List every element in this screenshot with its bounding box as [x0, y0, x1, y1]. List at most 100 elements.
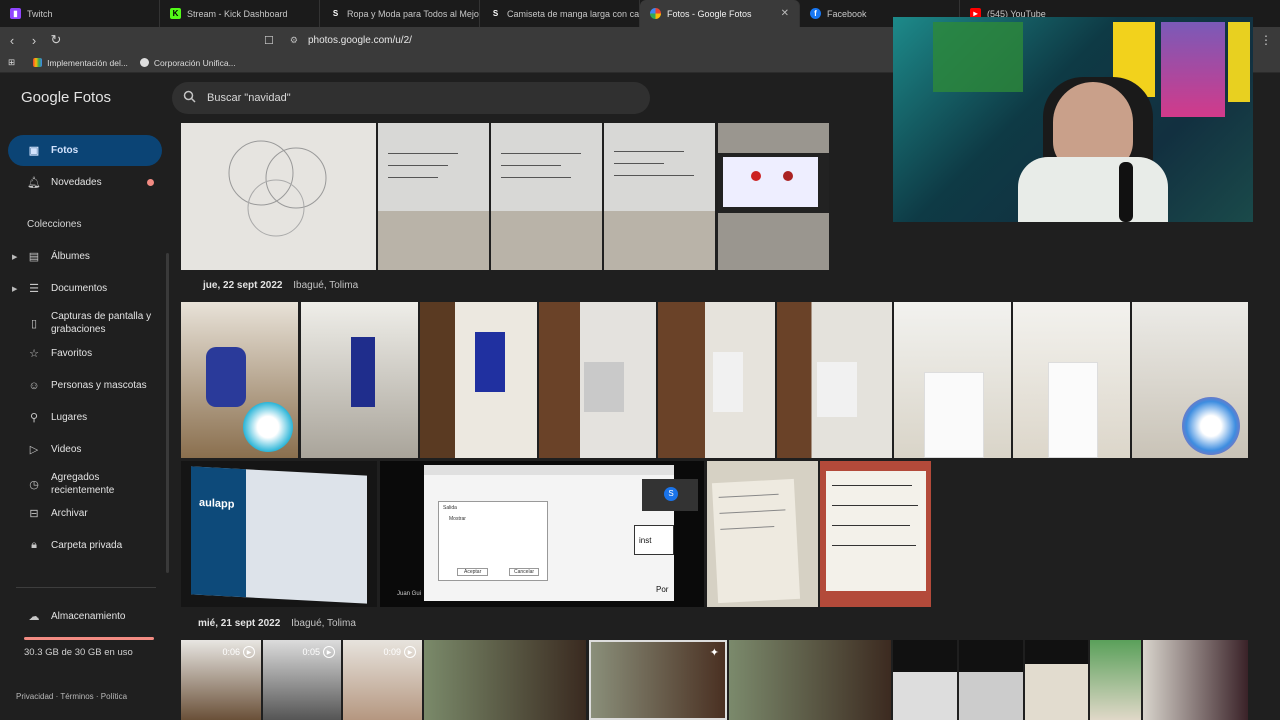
policy-link[interactable]: Política [101, 692, 127, 701]
sidebar-label: Archivar [51, 508, 88, 519]
play-icon: ▶ [323, 646, 335, 658]
photo-whiteboard-venn[interactable] [181, 123, 376, 270]
photo-boy-rm-shirt-ball[interactable] [1132, 302, 1248, 458]
globe-icon [139, 58, 149, 67]
photo-boy-rm-shirt-1[interactable] [894, 302, 1011, 458]
sidebar-label: Favoritos [51, 348, 93, 359]
sidebar-label: Álbumes [51, 251, 90, 262]
whiteboard-text [388, 165, 448, 166]
facebook-icon: f [810, 8, 821, 19]
dialog-box: Salida Mostrar Aceptar Cancelar [438, 501, 548, 581]
photo-note-paper-2[interactable] [820, 461, 931, 607]
tab-label: Stream - Kick Dashboard [187, 8, 288, 19]
tab-label: Fotos - Google Fotos [667, 8, 752, 19]
shein-icon: S [492, 9, 499, 18]
close-tab-icon[interactable]: ✕ [773, 8, 789, 19]
monitor-screen: aulapp [191, 466, 367, 604]
site-info-icon[interactable]: ⚙ [290, 35, 298, 46]
search-input[interactable]: Buscar "navidad" [207, 92, 291, 104]
sidebar-item-agregados[interactable]: ◷ Agregados recientemente [8, 467, 162, 501]
search-icon[interactable] [183, 90, 196, 106]
photo-group-selfie-2[interactable]: ✦ [589, 640, 727, 720]
photo-boy-jump[interactable] [658, 302, 775, 458]
tab-shein-2[interactable]: S Camiseta de manga larga con capu [480, 0, 640, 27]
bookmark-icon[interactable]: ☐ [264, 34, 274, 47]
privacy-link[interactable]: Privacidad [16, 692, 53, 701]
notification-dot [147, 179, 154, 186]
browser-menu-icon[interactable]: ⋮ [1260, 33, 1272, 47]
photo-screenshot-2[interactable] [959, 640, 1023, 720]
photo-boy-crouch-2[interactable] [777, 302, 892, 458]
handwriting [718, 493, 779, 498]
forward-icon[interactable]: › [24, 33, 44, 48]
bookmark-implementacion[interactable]: Implementación del... [33, 58, 128, 68]
sidebar-item-capturas[interactable]: ▯ Capturas de pantalla y grabaciones [8, 306, 162, 340]
photo-whiteboard-1[interactable] [378, 123, 489, 270]
photo-screenshot-flowchart[interactable]: Salida Mostrar Aceptar Cancelar inst Por… [380, 461, 704, 607]
video-thumb-1[interactable]: 0:06 ▶ [181, 640, 261, 720]
expand-icon[interactable]: ▶ [12, 285, 17, 293]
video-duration-badge: 0:09 ▶ [383, 646, 416, 658]
photo-group-selfie-3[interactable] [729, 640, 891, 720]
sidebar-item-documentos[interactable]: ▶ ☰ Documentos [8, 273, 162, 304]
photo-screenshot-1[interactable] [893, 640, 957, 720]
sidebar-label: Novedades [51, 177, 102, 188]
photo-whiteboard-3[interactable] [604, 123, 715, 270]
back-icon[interactable]: ‹ [2, 33, 22, 48]
bookmark-corporacion[interactable]: Corporación Unifica... [139, 58, 236, 68]
sidebar-item-novedades[interactable]: 🔔︎ Novedades [8, 167, 162, 198]
sidebar-scrollbar[interactable] [166, 253, 169, 573]
photo-boy-crouch-1[interactable] [539, 302, 656, 458]
tab-google-photos[interactable]: Fotos - Google Fotos ✕ [640, 0, 800, 27]
photo-monitor-aulapp[interactable]: aulapp [181, 461, 377, 607]
sidebar-item-videos[interactable]: ▷ Videos [8, 434, 162, 465]
tab-shein-1[interactable]: S Ropa y Moda para Todos al Mejor P [320, 0, 480, 27]
photo-people-2[interactable] [1143, 640, 1248, 720]
sidebar-item-favoritos[interactable]: ☆ Favoritos [8, 338, 162, 369]
url-field[interactable]: photos.google.com/u/2/ [308, 35, 412, 46]
video-thumb-3[interactable]: 0:09 ▶ [343, 640, 422, 720]
divider [16, 587, 156, 588]
sidebar-item-carpeta-privada[interactable]: 🔒︎ Carpeta privada [8, 530, 162, 561]
search-box[interactable]: Buscar "navidad" [172, 82, 650, 114]
paper-sheet [826, 471, 926, 591]
photo-boy-ball-2[interactable] [301, 302, 418, 458]
sidebar-label: Carpeta privada [51, 540, 123, 551]
terms-link[interactable]: Términos [60, 692, 93, 701]
tab-twitch[interactable]: ▮ Twitch [0, 0, 160, 27]
photo-people-1[interactable] [1090, 640, 1141, 720]
photo-screenshot-3[interactable] [1025, 640, 1088, 720]
aulapp-panel: aulapp [191, 466, 246, 598]
expand-icon[interactable]: ▶ [12, 253, 17, 261]
sidebar-item-fotos[interactable]: ▣ Fotos [8, 135, 162, 166]
video-duration: 0:05 [302, 647, 320, 657]
reload-icon[interactable]: ↻ [46, 32, 66, 48]
photo-icon: ▣ [28, 145, 40, 157]
photo-boy-ball-3[interactable] [420, 302, 537, 458]
sidebar-item-albumes[interactable]: ▶ ▤ Álbumes [8, 241, 162, 272]
paper-sheet [711, 478, 801, 604]
sidebar-item-personas[interactable]: ☺ Personas y mascotas [8, 370, 162, 401]
place-label: Ibagué, Tolima [291, 618, 356, 629]
sidebar-item-lugares[interactable]: ⚲ Lugares [8, 402, 162, 433]
photo-classroom-screen[interactable] [718, 123, 829, 270]
wall-poster-1 [933, 22, 1023, 92]
google-photos-icon [650, 8, 661, 19]
photo-note-paper-1[interactable] [707, 461, 818, 607]
video-duration: 0:09 [383, 647, 401, 657]
jersey-poster-2 [1228, 22, 1250, 102]
google-photos-logo[interactable]: Google Fotos [21, 89, 111, 106]
storage-usage: 30.3 GB de 30 GB en uso [24, 647, 133, 658]
footer-links: Privacidad · Términos · Política [16, 692, 128, 701]
tab-kick[interactable]: K Stream - Kick Dashboard [160, 0, 320, 27]
video-thumb-2[interactable]: 0:05 ▶ [263, 640, 341, 720]
photo-boy-ball-1[interactable] [181, 302, 298, 458]
sidebar-item-almacenamiento[interactable]: ☁ Almacenamiento [8, 601, 162, 632]
photo-boy-rm-shirt-2[interactable] [1013, 302, 1130, 458]
apps-grid-icon[interactable]: ⊞ [8, 57, 15, 68]
photo-whiteboard-2[interactable] [491, 123, 602, 270]
photo-group-selfie-1[interactable] [424, 640, 586, 720]
play-icon: ▶ [404, 646, 416, 658]
sidebar-item-archivar[interactable]: ⊟ Archivar [8, 498, 162, 529]
handwriting [832, 545, 916, 546]
